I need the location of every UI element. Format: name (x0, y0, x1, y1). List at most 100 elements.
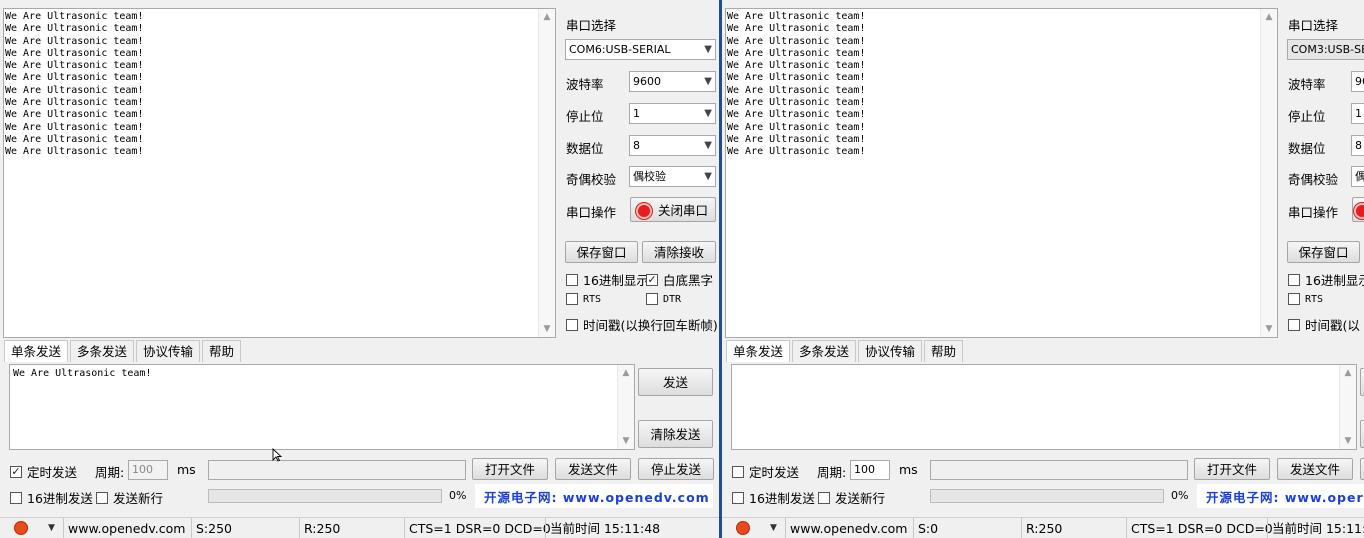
timed-send-label: 定时发送 (27, 465, 78, 480)
send-progress-bar (930, 489, 1164, 503)
rts-checkbox[interactable]: RTS (566, 293, 601, 305)
tab-multi-send[interactable]: 多条发送 (792, 340, 857, 362)
stop-bits-value: 1 (1355, 107, 1362, 120)
checkbox-box (732, 465, 744, 478)
port-status-led-icon (637, 204, 650, 217)
check-icon: ✓ (646, 272, 658, 286)
timed-send-checkbox[interactable]: ✓ 定时发送 (10, 462, 77, 481)
stop-send-button[interactable]: 停止发送 (638, 458, 714, 480)
send-tabs: 单条发送 多条发送 协议传输 帮助 (4, 340, 243, 362)
status-line-states: CTS=1 DSR=0 DCD=0 (1126, 518, 1273, 538)
save-window-button[interactable]: 保存窗口 (1287, 241, 1360, 263)
openedv-link[interactable]: 开源电子网: www.openedv.com (484, 487, 710, 506)
hex-send-checkbox[interactable]: 16进制发送 (732, 488, 815, 507)
port-select-label: 串口选择 (1288, 18, 1339, 33)
send-file-button[interactable]: 发送文件 (1277, 458, 1353, 480)
receive-area[interactable]: We Are Ultrasonic team! We Are Ultrasoni… (3, 8, 556, 338)
stop-bits-select[interactable]: 1 (1351, 103, 1364, 124)
send-button[interactable]: 发送 (638, 368, 713, 396)
scroll-down-icon[interactable]: ▼ (1261, 321, 1277, 337)
checkbox-box (1288, 293, 1300, 305)
chevron-down-icon: ▼ (704, 171, 712, 182)
rts-checkbox[interactable]: RTS (1288, 293, 1323, 305)
open-file-button[interactable]: 打开文件 (472, 458, 548, 480)
tab-help[interactable]: 帮助 (202, 340, 242, 362)
hex-display-label: 16进制显示 (1305, 273, 1364, 288)
close-port-button[interactable]: 关闭串口 (630, 197, 716, 222)
tab-protocol[interactable]: 协议传输 (136, 340, 201, 362)
timed-send-checkbox[interactable]: 定时发送 (732, 462, 799, 481)
scroll-up-icon[interactable]: ▲ (1340, 365, 1356, 381)
hex-display-checkbox[interactable]: 16进制显示 (566, 270, 649, 289)
clear-send-button[interactable]: 清除发送 (638, 420, 713, 448)
scroll-up-icon[interactable]: ▲ (1261, 9, 1277, 25)
send-input[interactable]: We Are Ultrasonic team! ▲ ▼ (9, 364, 635, 450)
receive-scrollbar[interactable]: ▲ ▼ (538, 9, 555, 337)
scroll-up-icon[interactable]: ▲ (618, 365, 634, 381)
status-url[interactable]: www.openedv.com (785, 518, 910, 538)
hex-send-checkbox[interactable]: 16进制发送 (10, 488, 93, 507)
status-url[interactable]: www.openedv.com (63, 518, 188, 538)
stop-send-button[interactable] (1360, 458, 1364, 480)
dropdown-arrow-icon[interactable]: ▼ (770, 518, 777, 538)
receive-scrollbar[interactable]: ▲ ▼ (1260, 9, 1277, 337)
status-time: 当前时间 15:11:4 (1267, 518, 1364, 538)
link-panel: 开源电子网: www.openedv.com (475, 484, 713, 508)
period-input[interactable]: 100 (128, 460, 168, 480)
scroll-down-icon[interactable]: ▼ (1340, 433, 1356, 449)
dtr-checkbox[interactable]: DTR (646, 293, 681, 305)
stop-bits-label: 停止位 (566, 109, 604, 124)
parity-value: 偶校验 (633, 170, 666, 183)
send-button[interactable] (1360, 368, 1364, 396)
scroll-down-icon[interactable]: ▼ (618, 433, 634, 449)
close-port-button[interactable] (1352, 197, 1364, 222)
timestamp-checkbox[interactable]: 时间戳(以 (1288, 315, 1360, 334)
status-bar: ▼ www.openedv.com S:0 R:250 CTS=1 DSR=0 … (722, 517, 1364, 538)
file-path-input[interactable] (208, 460, 466, 480)
timestamp-checkbox[interactable]: 时间戳(以换行回车断帧) (566, 315, 718, 334)
period-input[interactable]: 100 (850, 460, 890, 480)
tab-protocol[interactable]: 协议传输 (858, 340, 923, 362)
open-file-button[interactable]: 打开文件 (1194, 458, 1270, 480)
port-select[interactable]: COM6:USB-SERIAL ▼ (565, 39, 716, 60)
send-newline-label: 发送新行 (835, 491, 886, 506)
save-window-button[interactable]: 保存窗口 (565, 241, 638, 263)
check-icon: ✓ (10, 464, 22, 478)
serial-assistant-window-left: We Are Ultrasonic team! We Are Ultrasoni… (0, 0, 722, 538)
port-select[interactable]: COM3:USB-SER (1287, 39, 1364, 60)
tab-multi-send[interactable]: 多条发送 (70, 340, 135, 362)
tab-single-send[interactable]: 单条发送 (726, 340, 791, 362)
stop-bits-select[interactable]: 1 ▼ (629, 103, 716, 124)
parity-label: 奇偶校验 (566, 172, 617, 187)
baud-select[interactable]: 9600 ▼ (629, 71, 716, 92)
clear-receive-button[interactable]: 清除接收 (642, 241, 716, 263)
send-input[interactable]: ▲ ▼ (731, 364, 1357, 450)
hex-display-checkbox[interactable]: 16进制显示 (1288, 270, 1364, 289)
send-newline-checkbox[interactable]: 发送新行 (818, 488, 885, 507)
clear-send-button[interactable] (1360, 420, 1364, 448)
tab-help[interactable]: 帮助 (924, 340, 964, 362)
receive-area[interactable]: We Are Ultrasonic team! We Are Ultrasoni… (725, 8, 1278, 338)
parity-select[interactable]: 偶校验 ▼ (629, 166, 716, 187)
baud-select[interactable]: 96 (1351, 71, 1364, 92)
dropdown-arrow-icon[interactable]: ▼ (48, 518, 55, 538)
rts-label: RTS (1305, 293, 1324, 305)
send-file-button[interactable]: 发送文件 (555, 458, 631, 480)
scroll-up-icon[interactable]: ▲ (539, 9, 555, 25)
send-scrollbar[interactable]: ▲ ▼ (617, 365, 634, 449)
parity-label: 奇偶校验 (1288, 172, 1339, 187)
file-path-input[interactable] (930, 460, 1188, 480)
white-black-checkbox[interactable]: ✓ 白底黑字 (646, 270, 713, 289)
data-bits-select[interactable]: 8 (1351, 135, 1364, 156)
parity-select[interactable]: 偶 (1351, 166, 1364, 187)
timestamp-label: 时间戳(以换行回车断帧) (583, 318, 718, 333)
checkbox-box (566, 273, 578, 286)
scroll-down-icon[interactable]: ▼ (539, 321, 555, 337)
send-scrollbar[interactable]: ▲ ▼ (1339, 365, 1356, 449)
send-newline-checkbox[interactable]: 发送新行 (96, 488, 163, 507)
tab-single-send[interactable]: 单条发送 (4, 340, 69, 362)
openedv-link[interactable]: 开源电子网: www.oper (1206, 487, 1364, 506)
chevron-down-icon: ▼ (704, 108, 712, 119)
data-bits-select[interactable]: 8 ▼ (629, 135, 716, 156)
send-newline-label: 发送新行 (113, 491, 164, 506)
